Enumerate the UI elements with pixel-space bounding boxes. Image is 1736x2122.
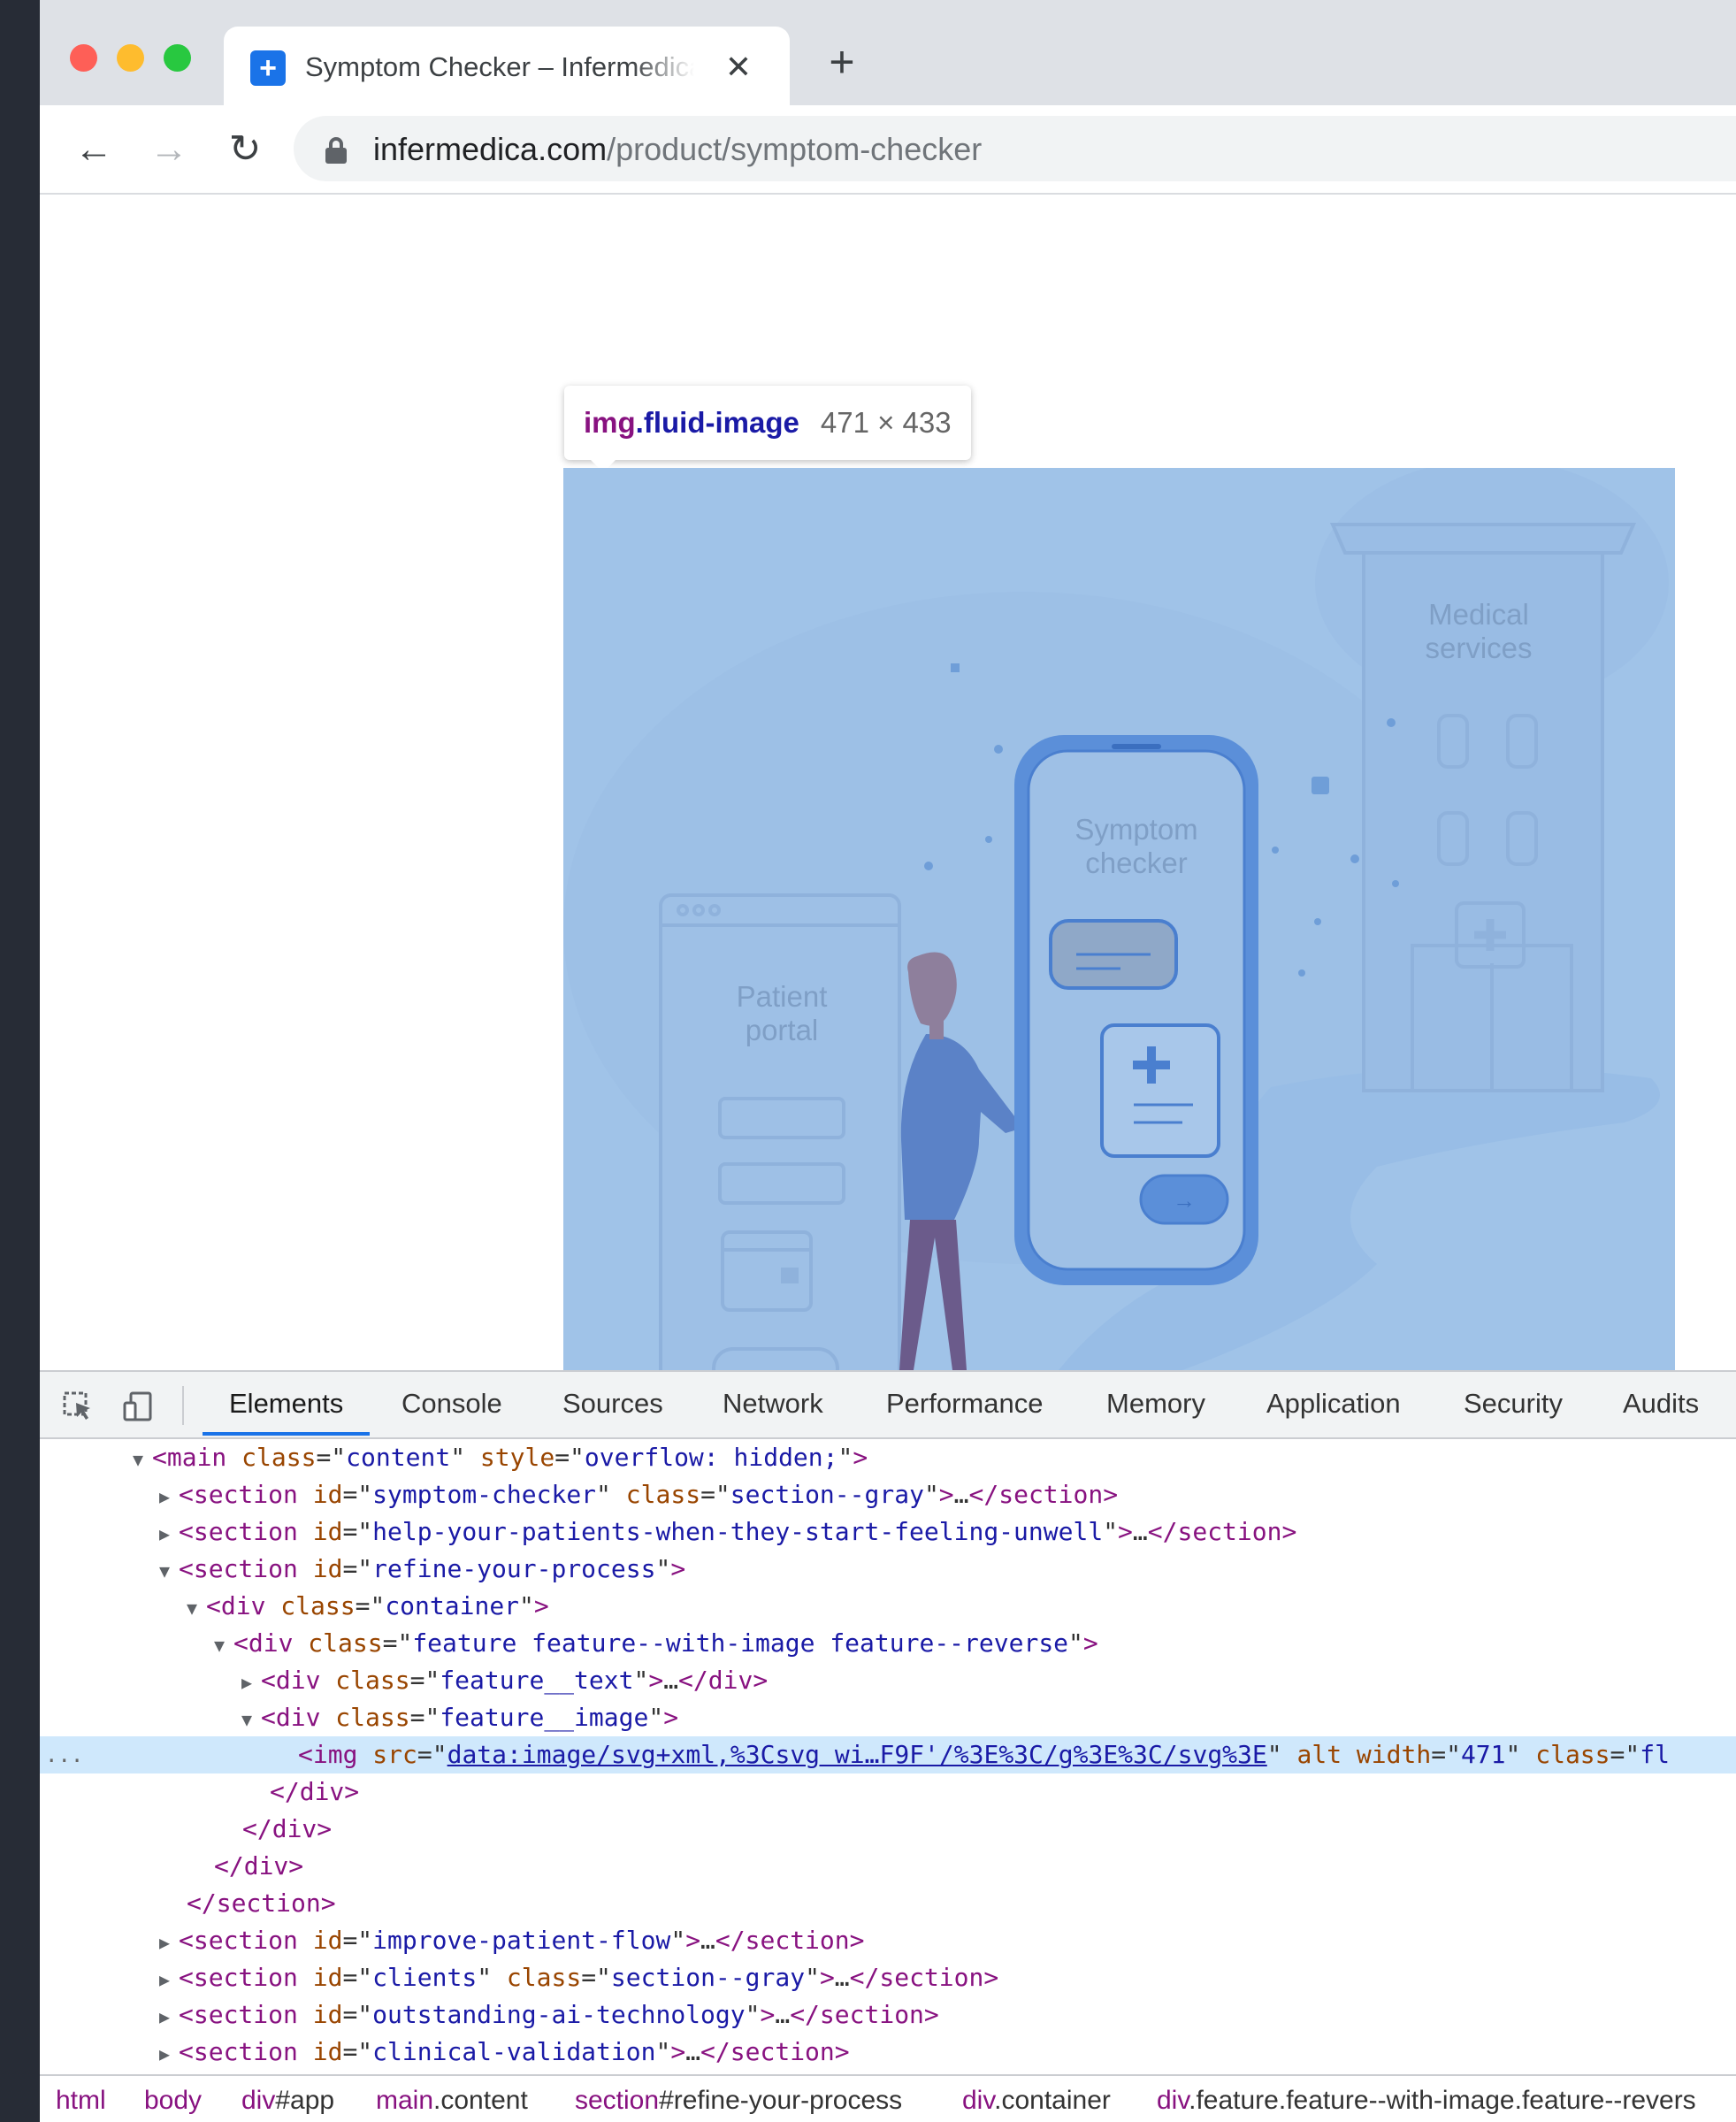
collapsed-arrow-icon[interactable]: ▶ — [159, 1998, 179, 2035]
dom-node-close-div[interactable]: </div> — [40, 1811, 1736, 1848]
medical-services-line-2: services — [1425, 632, 1532, 664]
minimize-window-button[interactable] — [117, 44, 144, 72]
dom-node-section-symptom-checker[interactable]: ▶ <section id="symptom-checker" class="se… — [40, 1476, 1736, 1513]
dom-node-section-help-your-patients[interactable]: ▶ <section id="help-your-patients-when-th… — [40, 1513, 1736, 1551]
url-path: /product/symptom-checker — [607, 131, 983, 167]
breadcrumb-main-content[interactable]: main.content — [376, 2083, 528, 2118]
dom-node-close-div[interactable]: </div> — [40, 1773, 1736, 1811]
devtools-tab-bar: Elements Console Sources Network Perform… — [40, 1372, 1736, 1439]
expanded-arrow-icon[interactable]: ▼ — [187, 1590, 206, 1627]
expanded-arrow-icon[interactable]: ▼ — [159, 1552, 179, 1590]
arrow-right-icon: → — [1173, 1187, 1196, 1214]
breadcrumb-html[interactable]: html — [56, 2083, 106, 2118]
dom-node-close-div[interactable]: </div> — [40, 1848, 1736, 1885]
tab-console[interactable]: Console — [401, 1372, 502, 1436]
expanded-arrow-icon[interactable]: ▼ — [133, 1441, 152, 1478]
browser-toolbar: ← → ↻ infermedica.com/product/symptom-ch… — [40, 105, 1736, 195]
zoom-window-button[interactable] — [164, 44, 191, 72]
tab-performance[interactable]: Performance — [886, 1372, 1043, 1436]
favicon-icon: + — [250, 50, 286, 86]
breadcrumb-div-feature[interactable]: div.feature.feature--with-image.feature-… — [1157, 2083, 1696, 2118]
browser-window: + Symptom Checker – Infermedica ✕ + ← → … — [40, 0, 1736, 2122]
device-toolbar-icon[interactable] — [122, 1390, 154, 1422]
url-text[interactable]: infermedica.com/product/symptom-checker — [373, 132, 982, 167]
dom-node-section-clinical-validation[interactable]: ▶ <section id="clinical-validation">…</se… — [40, 2034, 1736, 2071]
tab-strip: + Symptom Checker – Infermedica ✕ + — [40, 0, 1736, 105]
breadcrumb-div-app[interactable]: div#app — [241, 2083, 334, 2118]
dom-tree: ▼ <main class="content" style="overflow: … — [40, 1439, 1736, 2066]
tooltip-tag: img — [584, 406, 636, 439]
collapsed-arrow-icon[interactable]: ▶ — [241, 1664, 261, 1701]
address-bar[interactable]: infermedica.com/product/symptom-checker — [294, 116, 1736, 181]
back-arrow-icon[interactable]: ← — [71, 126, 117, 172]
inspector-tooltip: img.fluid-image 471 × 433 — [564, 386, 971, 472]
dom-node-div-feature-text[interactable]: ▶ <div class="feature__text">…</div> — [40, 1662, 1736, 1699]
tab-security[interactable]: Security — [1464, 1372, 1563, 1436]
medical-services-line-1: Medical — [1428, 598, 1529, 631]
expanded-arrow-icon[interactable]: ▼ — [214, 1627, 233, 1664]
expanded-arrow-icon[interactable]: ▼ — [241, 1701, 261, 1738]
collapsed-arrow-icon[interactable]: ▶ — [159, 1924, 179, 1961]
tab-sources[interactable]: Sources — [562, 1372, 663, 1436]
patient-portal-line-1: Patient — [737, 980, 828, 1013]
dom-node-div-feature[interactable]: ▼ <div class="feature feature--with-image… — [40, 1625, 1736, 1662]
tab-elements[interactable]: Elements — [202, 1372, 371, 1436]
tab-application[interactable]: Application — [1266, 1372, 1401, 1436]
element-breadcrumb: html body div#app main.content section#r… — [40, 2074, 1736, 2122]
reload-icon[interactable]: ↻ — [222, 126, 268, 172]
lock-icon[interactable] — [325, 137, 347, 164]
dom-node-section-improve-patient-flow[interactable]: ▶ <section id="improve-patient-flow">…</s… — [40, 1922, 1736, 1959]
patient-portal-line-2: portal — [746, 1014, 819, 1046]
dom-node-section-refine-your-process[interactable]: ▼ <section id="refine-your-process"> — [40, 1551, 1736, 1588]
tooltip-size: 471 × 433 — [820, 406, 952, 439]
highlighted-fluid-image[interactable]: Medical services Patient portal → Sympto… — [563, 468, 1675, 1370]
page-viewport: img.fluid-image 471 × 433 Medical servic… — [40, 195, 1736, 1370]
devtools-panel: Elements Console Sources Network Perform… — [40, 1370, 1736, 2122]
dom-node-section-outstanding-ai-technology[interactable]: ▶ <section id="outstanding-ai-technology"… — [40, 1996, 1736, 2034]
more-options-icon[interactable]: ... — [45, 1736, 83, 1773]
dom-node-section-clients[interactable]: ▶ <section id="clients" class="section--g… — [40, 1959, 1736, 1996]
dom-node-main[interactable]: ▼ <main class="content" style="overflow: … — [40, 1439, 1736, 1476]
collapsed-arrow-icon[interactable]: ▶ — [159, 1515, 179, 1552]
tooltip-class: .fluid-image — [635, 406, 799, 439]
collapsed-arrow-icon[interactable]: ▶ — [159, 1961, 179, 1998]
tab-title: Symptom Checker – Infermedica — [305, 48, 694, 87]
dom-node-div-feature-image[interactable]: ▼ <div class="feature__image"> — [40, 1699, 1736, 1736]
health-services-illustration: Medical services Patient portal → Sympto… — [563, 468, 1669, 1370]
inspect-element-icon[interactable] — [62, 1390, 94, 1422]
close-tab-icon[interactable]: ✕ — [719, 48, 758, 87]
tab-network[interactable]: Network — [723, 1372, 823, 1436]
toolbar-separator — [182, 1386, 184, 1425]
tab-audits[interactable]: Audits — [1623, 1372, 1699, 1436]
symptom-checker-line-1: Symptom — [1074, 813, 1197, 846]
collapsed-arrow-icon[interactable]: ▶ — [159, 2035, 179, 2072]
collapsed-arrow-icon[interactable]: ▶ — [159, 1478, 179, 1515]
dom-node-img-selected[interactable]: ... <img src="data:image/svg+xml,%3Csvg w… — [40, 1736, 1736, 1773]
img-src-link[interactable]: data:image/svg+xml,%3Csvg wi…F9F'/%3E%3C… — [447, 1740, 1267, 1769]
dom-node-close-section[interactable]: </section> — [40, 1885, 1736, 1922]
browser-tab[interactable]: + Symptom Checker – Infermedica ✕ — [224, 27, 790, 105]
breadcrumb-section-refine[interactable]: section#refine-your-process — [575, 2083, 902, 2118]
dom-node-div-container[interactable]: ▼ <div class="container"> — [40, 1588, 1736, 1625]
breadcrumb-body[interactable]: body — [144, 2083, 202, 2118]
symptom-checker-line-2: checker — [1085, 847, 1188, 879]
tab-memory[interactable]: Memory — [1106, 1372, 1205, 1436]
url-host: infermedica.com — [373, 131, 608, 167]
new-tab-button[interactable]: + — [820, 40, 864, 84]
patient-portal-panel — [659, 893, 901, 1370]
close-window-button[interactable] — [70, 44, 97, 72]
forward-arrow-icon[interactable]: → — [146, 126, 192, 172]
breadcrumb-div-container[interactable]: div.container — [962, 2083, 1111, 2118]
